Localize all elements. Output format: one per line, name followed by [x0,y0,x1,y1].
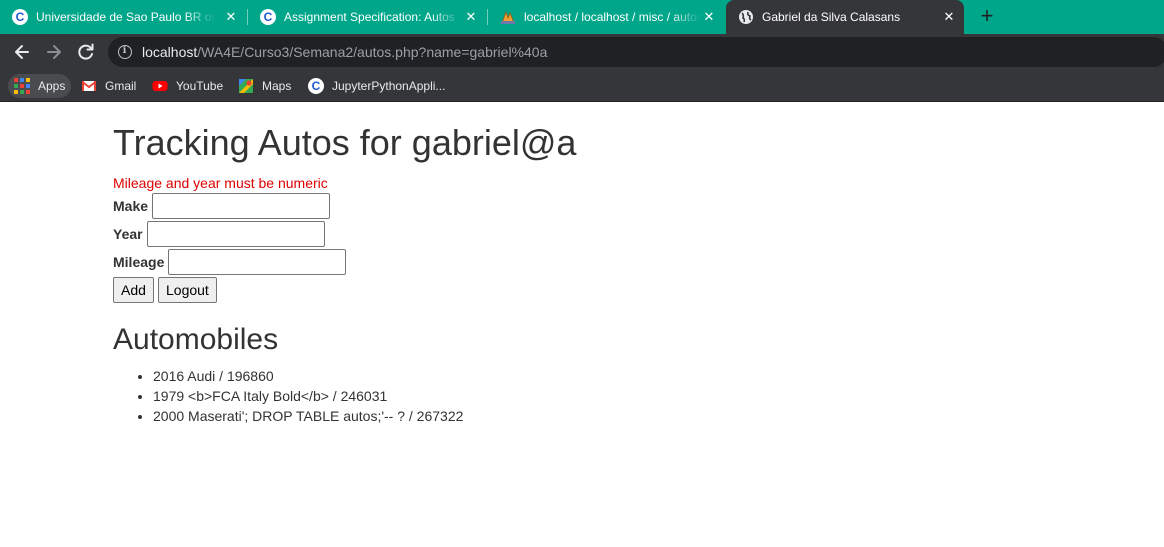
tab-active-gabriel[interactable]: Gabriel da Silva Calasans ✕ [726,0,964,34]
tab-assignment[interactable]: Assignment Specification: Autos ✕ [248,0,486,34]
close-icon[interactable]: ✕ [222,8,240,26]
coursera-icon [260,9,276,25]
tab-title: Universidade de Sao Paulo BR on [36,10,216,24]
list-item: 1979 <b>FCA Italy Bold</b> / 246031 [153,386,463,406]
info-icon[interactable] [118,45,132,59]
page-content: Tracking Autos for gabriel@a Mileage and… [0,103,1164,547]
tab-title: localhost / localhost / misc / autos [524,10,702,24]
maps-icon [238,78,254,94]
mileage-label: Mileage [113,254,165,270]
close-icon[interactable]: ✕ [462,8,480,26]
bookmark-youtube[interactable]: YouTube [152,74,223,98]
make-label: Make [113,198,149,214]
bookmarks-bar: Apps Gmail YouTube Maps C JupyterPythonA… [0,70,1164,102]
close-icon[interactable]: ✕ [700,8,718,26]
tab-title: Gabriel da Silva Calasans [762,10,901,24]
mileage-input[interactable] [168,249,347,275]
page-title: Tracking Autos for gabriel@a [113,122,577,163]
back-arrow-icon[interactable] [11,41,33,63]
coursera-icon [308,78,324,94]
forward-arrow-icon[interactable] [43,41,65,63]
bookmark-label: Gmail [105,79,137,93]
bookmark-label: Maps [262,79,292,93]
logout-button[interactable]: Logout [158,277,217,303]
list-item: 2016 Audi / 196860 [153,366,463,386]
apps-grid-icon [14,78,30,94]
new-tab-plus-icon[interactable]: + [976,5,998,28]
gmail-icon [81,78,97,94]
year-row: Year [113,221,325,247]
automobiles-list: 2016 Audi / 196860 1979 <b>FCA Italy Bol… [153,366,463,426]
year-label: Year [113,226,143,242]
browser-toolbar: localhost/WA4E/Curso3/Semana2/autos.php?… [0,34,1164,70]
make-input[interactable] [152,193,331,219]
add-button[interactable]: Add [113,277,154,303]
year-input[interactable] [146,221,325,247]
reload-icon[interactable] [75,41,97,63]
tab-phpmyadmin[interactable]: localhost / localhost / misc / autos ✕ [488,0,724,34]
globe-icon [738,9,754,25]
coursera-icon [12,9,28,25]
tab-title: Assignment Specification: Autos [284,10,455,24]
automobiles-heading: Automobiles [113,323,279,356]
bookmark-label: JupyterPythonAppli... [332,79,446,93]
phpmyadmin-icon [500,9,516,25]
tab-strip: Universidade de Sao Paulo BR on ✕ Assign… [0,0,1164,34]
error-message: Mileage and year must be numeric [113,175,328,191]
url-text: localhost/WA4E/Curso3/Semana2/autos.php?… [142,44,548,60]
bookmark-label: Apps [38,79,66,93]
mileage-row: Mileage [113,249,347,275]
bookmark-gmail[interactable]: Gmail [81,74,136,98]
make-row: Make [113,193,331,219]
bookmark-label: YouTube [176,79,224,93]
tab-usp[interactable]: Universidade de Sao Paulo BR on ✕ [0,0,246,34]
bookmark-jupyter[interactable]: JupyterPythonAppli... [308,74,445,98]
close-icon[interactable]: ✕ [940,8,958,26]
bookmark-maps[interactable]: Maps [238,74,291,98]
youtube-icon [152,78,168,94]
list-item: 2000 Maserati'; DROP TABLE autos;'-- ? /… [153,406,463,426]
address-bar[interactable]: localhost/WA4E/Curso3/Semana2/autos.php?… [108,37,1164,67]
bookmark-apps[interactable]: Apps [8,74,72,98]
